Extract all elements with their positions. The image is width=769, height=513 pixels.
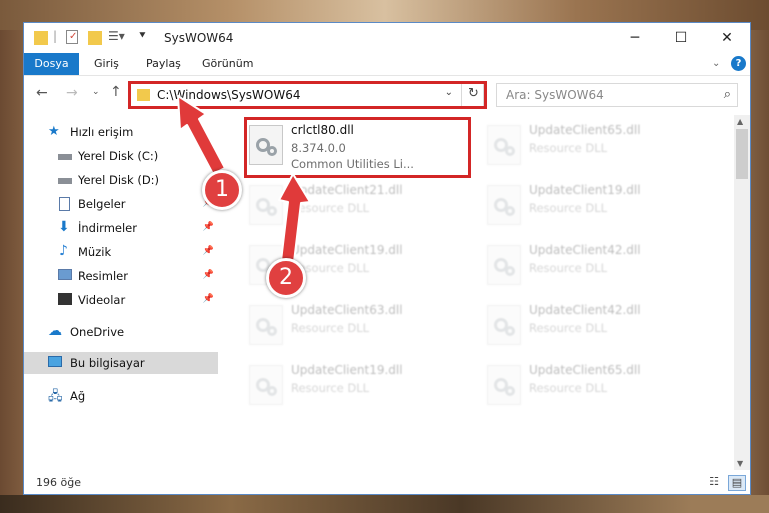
arrow-2 [278, 173, 311, 263]
annotation-arrows [177, 95, 311, 263]
step-badge-2: 2 [266, 258, 306, 298]
step-badge-1: 1 [202, 170, 242, 210]
arrow-1 [177, 95, 226, 175]
